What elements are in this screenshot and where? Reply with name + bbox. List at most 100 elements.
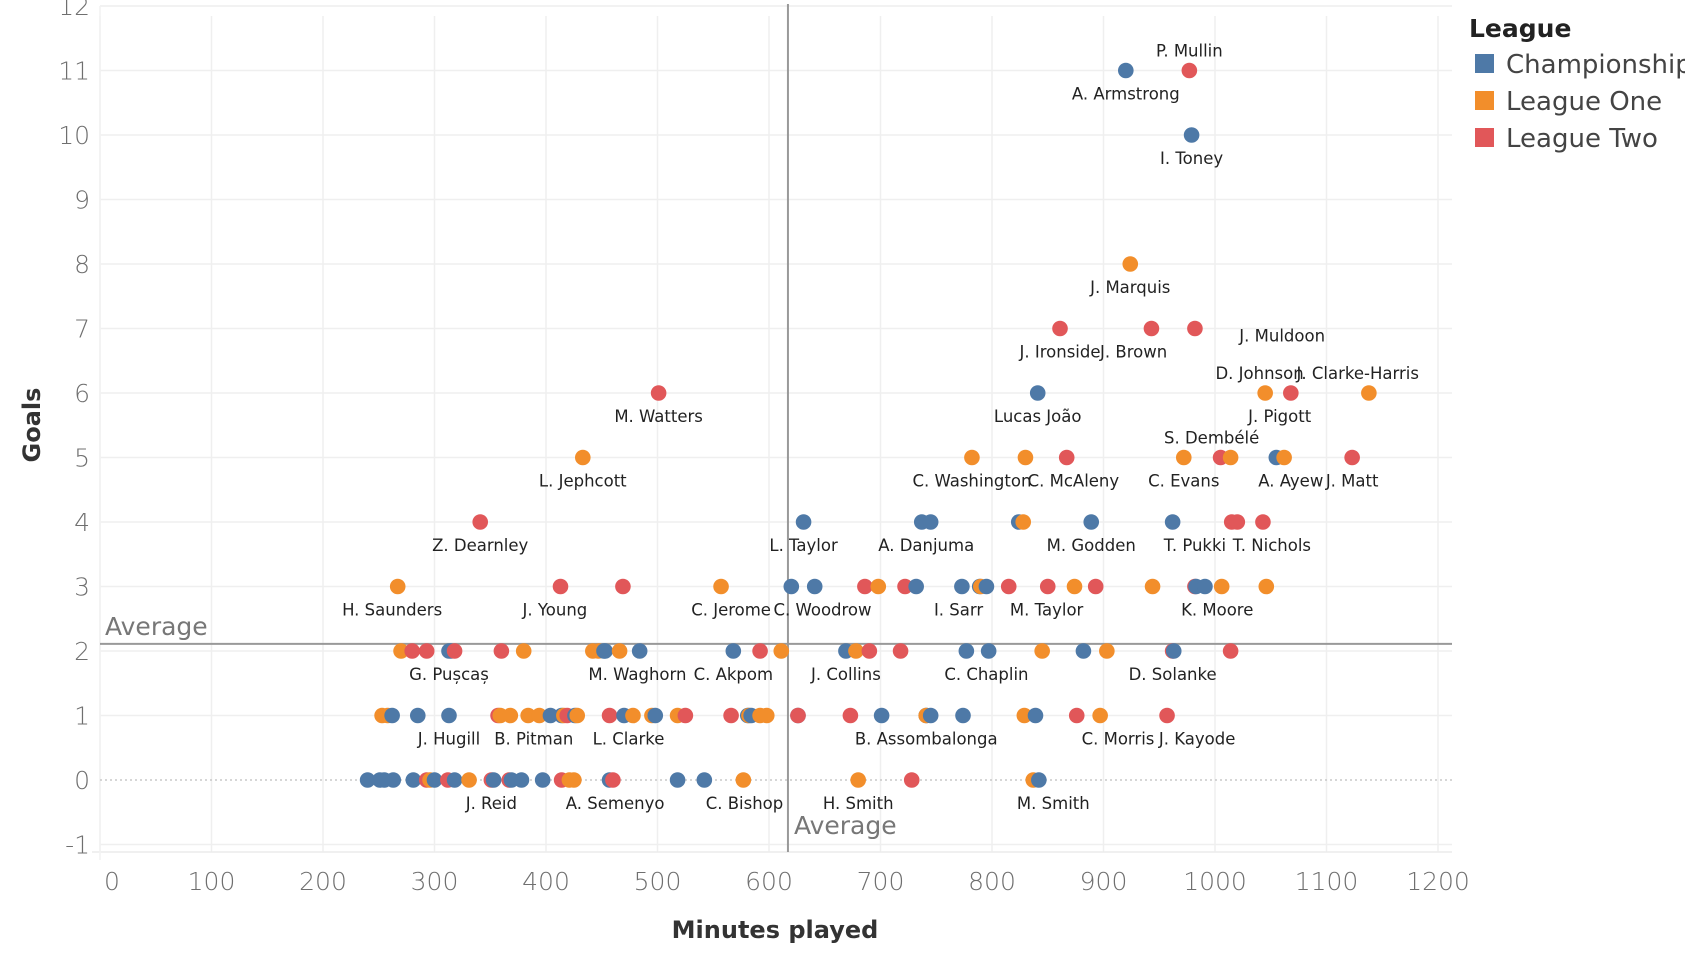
data-point[interactable] xyxy=(1027,707,1044,724)
data-point[interactable] xyxy=(783,578,800,595)
data-point[interactable] xyxy=(625,707,641,724)
data-point[interactable] xyxy=(752,643,768,659)
data-point[interactable] xyxy=(1066,578,1083,595)
data-point[interactable] xyxy=(964,449,980,466)
data-point[interactable] xyxy=(1222,643,1239,659)
data-point[interactable] xyxy=(795,514,812,530)
data-point[interactable] xyxy=(850,772,866,788)
data-point[interactable] xyxy=(1181,62,1198,79)
data-point[interactable] xyxy=(1034,643,1050,659)
data-point[interactable] xyxy=(1283,385,1299,401)
data-point[interactable] xyxy=(574,449,591,466)
data-point[interactable] xyxy=(647,707,664,724)
data-point[interactable] xyxy=(472,514,489,530)
data-point[interactable] xyxy=(955,707,971,724)
data-point[interactable] xyxy=(461,772,477,788)
data-point[interactable] xyxy=(384,707,400,724)
data-point[interactable] xyxy=(1197,578,1213,595)
data-point[interactable] xyxy=(1118,62,1134,79)
data-point[interactable] xyxy=(1213,578,1230,595)
data-point[interactable] xyxy=(713,578,729,595)
data-point[interactable] xyxy=(978,578,995,595)
data-point[interactable] xyxy=(958,643,975,659)
data-point[interactable] xyxy=(725,643,742,659)
data-point[interactable] xyxy=(601,707,618,724)
data-point[interactable] xyxy=(615,578,631,595)
data-point[interactable] xyxy=(842,707,859,724)
data-point[interactable] xyxy=(513,772,530,788)
data-point[interactable] xyxy=(980,643,997,659)
data-point[interactable] xyxy=(677,707,694,724)
data-point[interactable] xyxy=(597,643,613,659)
legend-label[interactable]: Championship xyxy=(1506,50,1685,80)
data-point[interactable] xyxy=(385,772,402,788)
data-point[interactable] xyxy=(1165,643,1182,659)
data-point[interactable] xyxy=(1183,127,1200,143)
data-point[interactable] xyxy=(1229,514,1246,530)
data-point[interactable] xyxy=(1075,643,1092,659)
data-point[interactable] xyxy=(723,707,739,724)
data-point[interactable] xyxy=(534,772,551,788)
data-point[interactable] xyxy=(1144,578,1161,595)
data-point[interactable] xyxy=(922,514,939,530)
data-point[interactable] xyxy=(1344,449,1360,466)
data-point[interactable] xyxy=(502,707,519,724)
data-point[interactable] xyxy=(446,772,463,788)
data-point[interactable] xyxy=(1276,449,1292,466)
data-point[interactable] xyxy=(566,772,582,788)
data-point[interactable] xyxy=(806,578,823,595)
data-point[interactable] xyxy=(696,772,713,788)
data-point[interactable] xyxy=(790,707,806,724)
data-point[interactable] xyxy=(409,707,426,724)
data-point[interactable] xyxy=(1099,643,1115,659)
data-point[interactable] xyxy=(446,643,463,659)
data-point[interactable] xyxy=(1087,578,1104,595)
data-point[interactable] xyxy=(1068,707,1085,724)
data-point[interactable] xyxy=(389,578,406,595)
data-point[interactable] xyxy=(1143,320,1160,337)
data-point[interactable] xyxy=(1031,772,1047,788)
data-point[interactable] xyxy=(1175,449,1192,466)
data-point[interactable] xyxy=(1187,320,1203,337)
data-point[interactable] xyxy=(1159,707,1175,724)
data-point[interactable] xyxy=(1361,385,1377,401)
data-point[interactable] xyxy=(631,643,648,659)
data-point[interactable] xyxy=(1083,514,1100,530)
data-point[interactable] xyxy=(954,578,970,595)
data-point[interactable] xyxy=(758,707,775,724)
data-point[interactable] xyxy=(857,578,873,595)
data-point[interactable] xyxy=(650,385,667,401)
data-point[interactable] xyxy=(908,578,924,595)
data-point[interactable] xyxy=(1039,578,1056,595)
data-point[interactable] xyxy=(404,643,421,659)
data-point[interactable] xyxy=(1222,449,1239,466)
data-point[interactable] xyxy=(569,707,586,724)
data-point[interactable] xyxy=(605,772,621,788)
data-point[interactable] xyxy=(1255,514,1271,530)
data-point[interactable] xyxy=(1000,578,1017,595)
data-point[interactable] xyxy=(405,772,422,788)
data-point[interactable] xyxy=(1029,385,1046,401)
data-point[interactable] xyxy=(922,707,939,724)
data-point[interactable] xyxy=(848,643,864,659)
data-point[interactable] xyxy=(873,707,890,724)
data-point[interactable] xyxy=(418,643,435,659)
data-point[interactable] xyxy=(1122,256,1139,272)
data-point[interactable] xyxy=(552,578,569,595)
data-point[interactable] xyxy=(1092,707,1108,724)
data-point[interactable] xyxy=(485,772,502,788)
data-point[interactable] xyxy=(1258,578,1275,595)
data-point[interactable] xyxy=(1052,320,1068,337)
data-point[interactable] xyxy=(903,772,920,788)
data-point[interactable] xyxy=(1164,514,1181,530)
data-point[interactable] xyxy=(1015,514,1032,530)
legend-label[interactable]: League Two xyxy=(1506,124,1658,154)
legend-label[interactable]: League One xyxy=(1506,87,1662,117)
data-point[interactable] xyxy=(426,772,443,788)
data-point[interactable] xyxy=(611,643,628,659)
data-point[interactable] xyxy=(1017,449,1034,466)
data-point[interactable] xyxy=(773,643,790,659)
data-point[interactable] xyxy=(669,772,686,788)
data-point[interactable] xyxy=(861,643,878,659)
data-point[interactable] xyxy=(870,578,887,595)
